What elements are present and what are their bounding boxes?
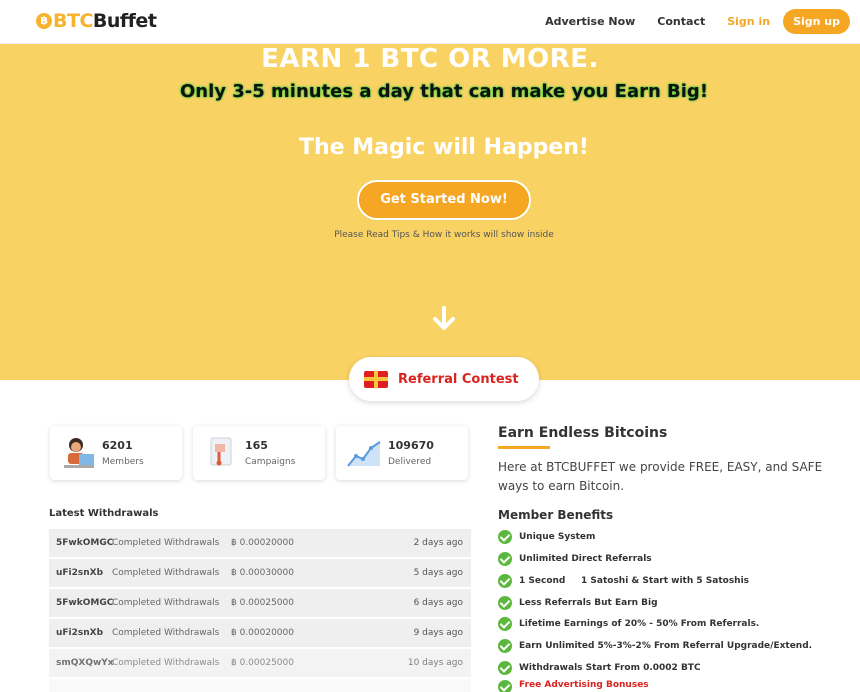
stat-delivered-value: 109670 — [388, 439, 434, 452]
gift-icon — [364, 370, 388, 388]
withdrawal-user: smQXQwYx — [56, 658, 114, 668]
logo-rest-text: Buffet — [92, 10, 157, 32]
check-circle-icon — [498, 574, 512, 588]
earn-endless-title: Earn Endless Bitcoins — [498, 425, 668, 441]
stat-members: 6201 Members — [50, 426, 182, 480]
check-circle-icon — [498, 639, 512, 653]
benefit-item: Free Advertising Bonuses — [498, 680, 649, 692]
withdrawal-text: Completed Withdrawals — [112, 568, 220, 578]
hero-subtitle: Only 3-5 minutes a day that can make you… — [179, 81, 709, 102]
latest-withdrawals-title: Latest Withdrawals — [49, 508, 159, 519]
member-benefits-title: Member Benefits — [498, 508, 614, 522]
benefit-item: Earn Unlimited 5%-3%-2% From Referral Up… — [498, 637, 812, 655]
withdrawal-text: Completed Withdrawals — [112, 628, 220, 638]
withdrawal-text: Completed Withdrawals — [112, 658, 220, 668]
withdrawal-row: uFi2snXb Completed Withdrawals ฿ 0.00020… — [49, 619, 471, 647]
bitcoin-logo-icon: ฿ — [36, 13, 52, 29]
withdrawal-amount: ฿ 0.00030000 — [231, 568, 294, 578]
withdrawal-row: 5FwkOMGC Completed Withdrawals ฿ 0.00020… — [49, 529, 471, 557]
check-circle-icon — [498, 552, 512, 566]
withdrawal-time: 9 days ago — [413, 628, 463, 638]
withdrawal-text: Completed Withdrawals — [112, 598, 220, 608]
hero-section: EARN 1 BTC OR MORE. Only 3-5 minutes a d… — [0, 44, 860, 380]
campaigns-icon — [210, 437, 232, 466]
stat-members-value: 6201 — [102, 439, 133, 452]
stat-campaigns-value: 165 — [245, 439, 268, 452]
withdrawal-row: smQXQwYx Completed Withdrawals ฿ 0.00025… — [49, 649, 471, 677]
main-nav: Advertise Now Contact Sign in Sign up — [534, 9, 850, 34]
benefit-item: Less Referrals But Earn Big — [498, 594, 658, 612]
withdrawal-text: Completed Withdrawals — [112, 538, 220, 548]
withdrawal-user: 5FwkOMGC — [56, 598, 114, 608]
referral-contest-label: Referral Contest — [398, 371, 519, 387]
logo-btc-text: BTC — [53, 10, 93, 32]
withdrawal-time: 5 days ago — [413, 568, 463, 578]
withdrawal-time: 10 days ago — [407, 658, 463, 668]
stat-members-label: Members — [102, 457, 144, 467]
benefit-text: 1 Second 1 Satoshi & Start with 5 Satosh… — [519, 576, 750, 586]
arrow-down-icon[interactable] — [429, 304, 459, 334]
benefit-item: Unique System — [498, 528, 595, 546]
benefit-text: Earn Unlimited 5%-3%-2% From Referral Up… — [519, 641, 813, 651]
title-underline — [498, 446, 550, 449]
withdrawal-amount: ฿ 0.00020000 — [231, 538, 294, 548]
nav-advertise-link[interactable]: Advertise Now — [534, 15, 646, 28]
check-circle-icon — [498, 530, 512, 544]
withdrawal-row: uFi2snXb Completed Withdrawals ฿ 0.00030… — [49, 559, 471, 587]
sign-up-button[interactable]: Sign up — [783, 9, 850, 34]
withdrawal-user: 5FwkOMGC — [56, 538, 114, 548]
hero-magic-text: The Magic will Happen! — [299, 135, 589, 160]
withdrawal-user: uFi2snXb — [56, 568, 104, 578]
withdrawal-row-partial — [49, 679, 471, 692]
benefit-item: Withdrawals Start From 0.0002 BTC — [498, 659, 701, 677]
benefit-text: Unique System — [519, 532, 596, 542]
stat-campaigns-label: Campaigns — [245, 457, 296, 467]
benefit-text: Unlimited Direct Referrals — [519, 554, 652, 564]
benefit-item: 1 Second 1 Satoshi & Start with 5 Satosh… — [498, 572, 749, 590]
stat-delivered-label: Delivered — [388, 457, 432, 467]
stat-delivered: 109670 Delivered — [336, 426, 468, 480]
benefit-text: Lifetime Earnings of 20% - 50% From Refe… — [519, 619, 760, 629]
withdrawal-time: 2 days ago — [413, 538, 463, 548]
check-circle-icon — [498, 680, 512, 692]
hero-hint: Please Read Tips & How it works will sho… — [334, 230, 554, 240]
referral-contest-button[interactable]: Referral Contest — [349, 357, 539, 401]
benefit-text: Withdrawals Start From 0.0002 BTC — [519, 663, 701, 673]
get-started-button[interactable]: Get Started Now! — [357, 180, 531, 220]
site-header: ฿ BTC Buffet Advertise Now Contact Sign … — [0, 0, 860, 44]
check-circle-icon — [498, 617, 512, 631]
benefit-text: Free Advertising Bonuses — [519, 680, 649, 690]
withdrawal-amount: ฿ 0.00025000 — [231, 598, 294, 608]
withdrawal-amount: ฿ 0.00025000 — [231, 658, 294, 668]
benefit-item: Unlimited Direct Referrals — [498, 550, 652, 568]
site-logo[interactable]: ฿ BTC Buffet — [36, 10, 157, 32]
members-icon — [64, 438, 94, 468]
benefit-text: Less Referrals But Earn Big — [519, 598, 658, 608]
delivered-icon — [347, 441, 381, 467]
check-circle-icon — [498, 661, 512, 675]
withdrawal-time: 6 days ago — [413, 598, 463, 608]
sign-in-link[interactable]: Sign in — [716, 15, 781, 28]
benefit-item: Lifetime Earnings of 20% - 50% From Refe… — [498, 615, 759, 633]
withdrawal-row: 5FwkOMGC Completed Withdrawals ฿ 0.00025… — [49, 589, 471, 617]
check-circle-icon — [498, 596, 512, 610]
hero-title: EARN 1 BTC OR MORE. — [261, 44, 599, 74]
stat-campaigns: 165 Campaigns — [193, 426, 325, 480]
withdrawal-user: uFi2snXb — [56, 628, 104, 638]
earn-description: Here at BTCBUFFET we provide FREE, EASY,… — [498, 460, 823, 493]
withdrawal-amount: ฿ 0.00020000 — [231, 628, 294, 638]
nav-contact-link[interactable]: Contact — [646, 15, 716, 28]
